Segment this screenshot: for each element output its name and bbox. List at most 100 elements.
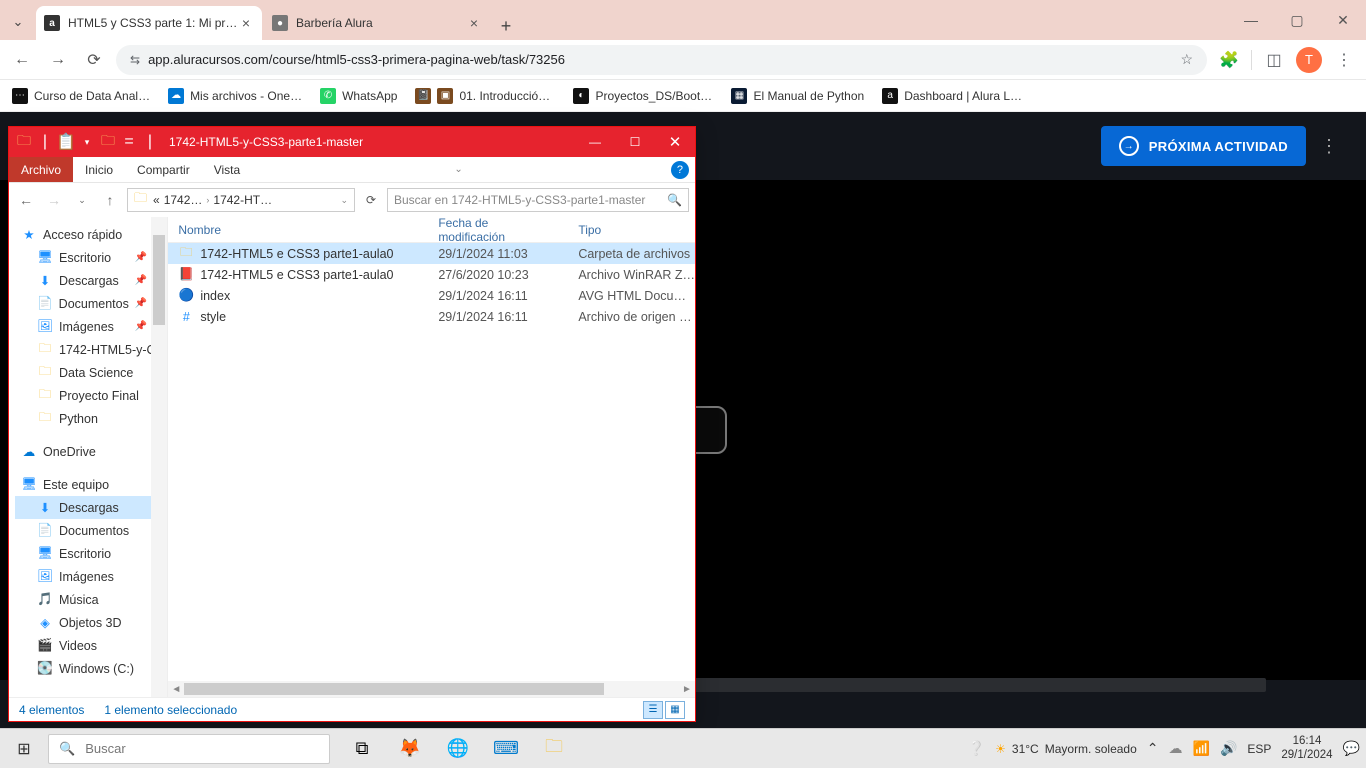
horizontal-scrollbar[interactable]: ◄ ► — [168, 681, 695, 697]
tab-search-button[interactable]: ⌄ — [0, 4, 36, 40]
firefox-icon[interactable]: 🦊 — [386, 729, 434, 768]
onedrive-tray-icon[interactable]: ☁ — [1169, 740, 1183, 757]
notifications-icon[interactable]: 💬 — [1343, 740, 1360, 757]
file-row[interactable]: 🔵index 29/1/2024 16:11 AVG HTML Docu… — [168, 285, 695, 306]
bookmark-item[interactable]: aDashboard | Alura L… — [882, 88, 1022, 104]
bookmark-item[interactable]: 📓▣01. Introducción |… — [415, 88, 555, 104]
course-menu-button[interactable]: ⋮ — [1320, 136, 1338, 157]
reload-button[interactable]: ⟳ — [80, 46, 108, 74]
close-button[interactable]: ✕ — [655, 127, 695, 157]
breadcrumb[interactable]: 🗀 « 1742… › 1742-HT… ⌄ — [127, 188, 355, 212]
file-row[interactable]: 📕1742-HTML5 e CSS3 parte1-aula0 27/6/202… — [168, 264, 695, 285]
forward-button[interactable]: → — [44, 46, 72, 74]
explorer-titlebar[interactable]: 🗀 | 📋 ▾ 🗀 = | 1742-HTML5-y-CSS3-parte1-m… — [9, 127, 695, 157]
weather-widget[interactable]: ☀ 31°C Mayorm. soleado — [995, 742, 1137, 756]
maximize-button[interactable]: ☐ — [615, 127, 655, 157]
nav-scrollbar[interactable] — [151, 217, 167, 697]
file-row[interactable]: #style 29/1/2024 16:11 Archivo de origen… — [168, 306, 695, 327]
close-icon[interactable]: × — [238, 15, 254, 31]
volume-icon[interactable]: 🔊 — [1220, 740, 1237, 757]
tree-item[interactable]: 📄Documentos📌 — [15, 292, 167, 315]
refresh-button[interactable]: ⟳ — [361, 193, 381, 207]
bookmark-item[interactable]: ▦El Manual de Python — [731, 88, 864, 104]
profile-avatar[interactable]: T — [1296, 47, 1322, 73]
minimize-button[interactable]: — — [575, 127, 615, 157]
tree-item[interactable]: ⬇Descargas📌 — [15, 269, 167, 292]
tree-onedrive[interactable]: ☁OneDrive — [15, 440, 167, 463]
breadcrumb-item[interactable]: 1742… — [162, 193, 205, 207]
details-view-button[interactable]: ☰ — [643, 701, 663, 719]
minimize-button[interactable]: — — [1228, 5, 1274, 35]
bookmark-item[interactable]: ◐Proyectos_DS/Bootc… — [573, 88, 713, 104]
tree-item[interactable]: 🖼Imágenes📌 — [15, 315, 167, 338]
qat-properties-icon[interactable]: 📋 — [57, 133, 75, 151]
close-icon[interactable]: × — [466, 15, 482, 31]
qat-dropdown-icon[interactable]: ▾ — [78, 133, 96, 151]
new-tab-button[interactable]: + — [492, 12, 520, 40]
tree-item[interactable]: 🎵Música — [15, 588, 167, 611]
address-bar[interactable]: ⇆ app.aluracursos.com/course/html5-css3-… — [116, 45, 1207, 75]
bookmark-item[interactable]: ☁Mis archivos - One… — [168, 88, 302, 104]
column-header-type[interactable]: Tipo — [568, 223, 695, 237]
large-icons-view-button[interactable]: ▦ — [665, 701, 685, 719]
search-icon[interactable]: 🔍 — [667, 193, 682, 207]
tree-item[interactable]: 🗀Python — [15, 407, 167, 430]
tree-this-pc[interactable]: 🖥Este equipo — [15, 473, 167, 496]
next-activity-button[interactable]: → PRÓXIMA ACTIVIDAD — [1101, 126, 1306, 166]
back-button[interactable]: ← — [8, 46, 36, 74]
tree-item[interactable]: ⬇Descargas — [15, 496, 167, 519]
explorer-search-input[interactable]: Buscar en 1742-HTML5-y-CSS3-parte1-maste… — [387, 188, 689, 212]
tree-item[interactable]: 🗀1742-HTML5-y-C — [15, 338, 167, 361]
column-header-date[interactable]: Fecha de modificación — [428, 216, 568, 244]
tree-item[interactable]: 💽Windows (C:) — [15, 657, 167, 680]
ribbon-tab-archivo[interactable]: Archivo — [9, 157, 73, 182]
bookmark-star-icon[interactable]: ☆ — [1180, 51, 1193, 68]
scroll-right-icon[interactable]: ► — [679, 684, 695, 695]
help-icon[interactable]: ? — [671, 161, 689, 179]
ribbon-tab-vista[interactable]: Vista — [202, 157, 252, 182]
scroll-left-icon[interactable]: ◄ — [168, 684, 184, 695]
vscode-icon[interactable]: ⌨ — [482, 729, 530, 768]
breadcrumb-item[interactable]: 1742-HT… — [211, 193, 274, 207]
tree-item[interactable]: 🗀Proyecto Final — [15, 384, 167, 407]
tree-item[interactable]: 🖼Imágenes — [15, 565, 167, 588]
tree-item[interactable]: 🖥Escritorio📌 — [15, 246, 167, 269]
tree-item[interactable]: 🗀Data Science — [15, 361, 167, 384]
scrollbar-thumb[interactable] — [184, 683, 604, 695]
ribbon-tab-compartir[interactable]: Compartir — [125, 157, 202, 182]
bookmark-item[interactable]: ✆WhatsApp — [320, 88, 397, 104]
column-header-name[interactable]: Nombre — [168, 223, 428, 237]
tray-overflow-icon[interactable]: ⌃ — [1147, 740, 1159, 757]
close-button[interactable]: ✕ — [1320, 5, 1366, 35]
site-info-icon[interactable]: ⇆ — [130, 53, 140, 67]
breadcrumb-dropdown-icon[interactable]: ⌄ — [336, 195, 352, 206]
ribbon-tab-inicio[interactable]: Inicio — [73, 157, 125, 182]
tab-active[interactable]: a HTML5 y CSS3 parte 1: Mi prim × — [36, 6, 262, 40]
scrollbar-thumb[interactable] — [153, 235, 165, 325]
tree-item[interactable]: 🖥Escritorio — [15, 542, 167, 565]
nav-forward-button[interactable]: → — [43, 189, 65, 211]
start-button[interactable]: ⊞ — [0, 729, 48, 768]
file-explorer-taskbar-icon[interactable]: 🗀 — [530, 729, 578, 768]
tree-item[interactable]: 📄Documentos — [15, 519, 167, 542]
tree-item[interactable]: 🎬Videos — [15, 634, 167, 657]
chrome-menu-button[interactable]: ⋮ — [1330, 46, 1358, 74]
chrome-icon[interactable]: 🌐 — [434, 729, 482, 768]
tree-quick-access[interactable]: ★Acceso rápido — [15, 223, 167, 246]
clock[interactable]: 16:14 29/1/2024 — [1281, 735, 1332, 761]
navigation-pane[interactable]: ★Acceso rápido 🖥Escritorio📌 ⬇Descargas📌 … — [9, 217, 168, 697]
tab-inactive[interactable]: ● Barbería Alura × — [264, 6, 490, 40]
nav-recent-dropdown[interactable]: ⌄ — [71, 189, 93, 211]
side-panel-icon[interactable]: ◫ — [1260, 46, 1288, 74]
language-indicator[interactable]: ESP — [1247, 742, 1271, 756]
file-row[interactable]: 🗀1742-HTML5 e CSS3 parte1-aula0 29/1/202… — [168, 243, 695, 264]
extensions-icon[interactable]: 🧩 — [1215, 46, 1243, 74]
tree-item[interactable]: ◈Objetos 3D — [15, 611, 167, 634]
wifi-icon[interactable]: 📶 — [1193, 740, 1210, 757]
bookmark-item[interactable]: ⋯Curso de Data Anal… — [12, 88, 150, 104]
nav-up-button[interactable]: ↑ — [99, 189, 121, 211]
nav-back-button[interactable]: ← — [15, 189, 37, 211]
task-view-button[interactable]: ⧉ — [338, 729, 386, 768]
help-tray-icon[interactable]: ❔ — [968, 740, 985, 757]
ribbon-expand-icon[interactable]: ⌄ — [454, 164, 462, 175]
